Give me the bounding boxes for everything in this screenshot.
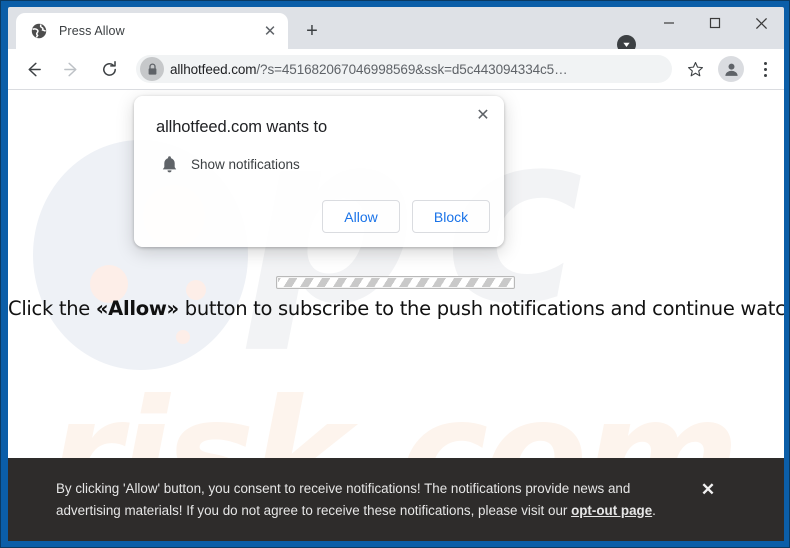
tab-title: Press Allow xyxy=(59,24,125,38)
window-controls xyxy=(646,7,784,39)
browser-window: Press Allow ✕ + allhotfeed.com/?s=451682… xyxy=(0,0,790,548)
allow-button[interactable]: Allow xyxy=(322,200,400,233)
loading-progress-bar xyxy=(276,276,515,289)
maximize-button[interactable] xyxy=(692,7,738,39)
cta-emphasis: «Allow» xyxy=(95,297,179,320)
minimize-button[interactable] xyxy=(646,7,692,39)
permission-dialog-actions: Allow Block xyxy=(322,200,490,233)
tab-press-allow[interactable]: Press Allow ✕ xyxy=(16,13,288,49)
notification-permission-dialog: ✕ allhotfeed.com wants to Show notificat… xyxy=(134,96,504,247)
cta-prefix: Click the xyxy=(8,297,96,320)
menu-dot xyxy=(763,61,767,65)
address-bar-url: allhotfeed.com/?s=451682067046998569&ssk… xyxy=(170,62,662,77)
permission-row-label: Show notifications xyxy=(191,156,300,172)
back-arrow-icon[interactable] xyxy=(18,54,48,84)
consent-banner: By clicking 'Allow' button, you consent … xyxy=(8,458,784,541)
new-tab-button[interactable]: + xyxy=(298,17,326,45)
consent-text-after-link: . xyxy=(652,502,656,518)
close-icon[interactable]: ✕ xyxy=(470,102,496,128)
permission-request-row: Show notifications xyxy=(156,151,300,177)
forward-arrow-icon xyxy=(56,54,86,84)
permission-dialog-title: allhotfeed.com wants to xyxy=(156,118,328,136)
address-bar[interactable]: allhotfeed.com/?s=451682067046998569&ssk… xyxy=(136,55,672,83)
reload-icon[interactable] xyxy=(94,54,124,84)
consent-banner-text: By clicking 'Allow' button, you consent … xyxy=(56,478,668,522)
url-path: /?s=451682067046998569&ssk=d5c443094334c… xyxy=(256,61,568,77)
block-button[interactable]: Block xyxy=(412,200,490,233)
three-dot-menu-icon[interactable] xyxy=(752,54,778,84)
globe-icon xyxy=(30,23,47,40)
call-to-action-text: Click the «Allow» button to subscribe to… xyxy=(8,297,784,320)
padlock-icon[interactable] xyxy=(140,57,164,81)
tab-close-icon[interactable]: ✕ xyxy=(260,21,280,41)
menu-dot xyxy=(763,73,767,77)
consent-banner-close-icon[interactable]: ✕ xyxy=(688,470,728,510)
page-viewport: pc risk.com Click the «Allow» button to … xyxy=(8,90,784,541)
opt-out-page-link[interactable]: opt-out page xyxy=(571,503,652,518)
tab-strip: Press Allow ✕ + xyxy=(8,7,784,54)
person-avatar-icon[interactable] xyxy=(718,56,744,82)
star-icon[interactable] xyxy=(680,54,710,84)
browser-toolbar: allhotfeed.com/?s=451682067046998569&ssk… xyxy=(8,49,784,90)
consent-text-before-link: By clicking 'Allow' button, you consent … xyxy=(56,480,631,518)
menu-dot xyxy=(763,67,767,71)
close-window-button[interactable] xyxy=(738,7,784,39)
cta-suffix: button to subscribe to the push notifica… xyxy=(178,297,784,320)
url-host: allhotfeed.com xyxy=(170,61,257,77)
bell-icon xyxy=(156,151,182,177)
